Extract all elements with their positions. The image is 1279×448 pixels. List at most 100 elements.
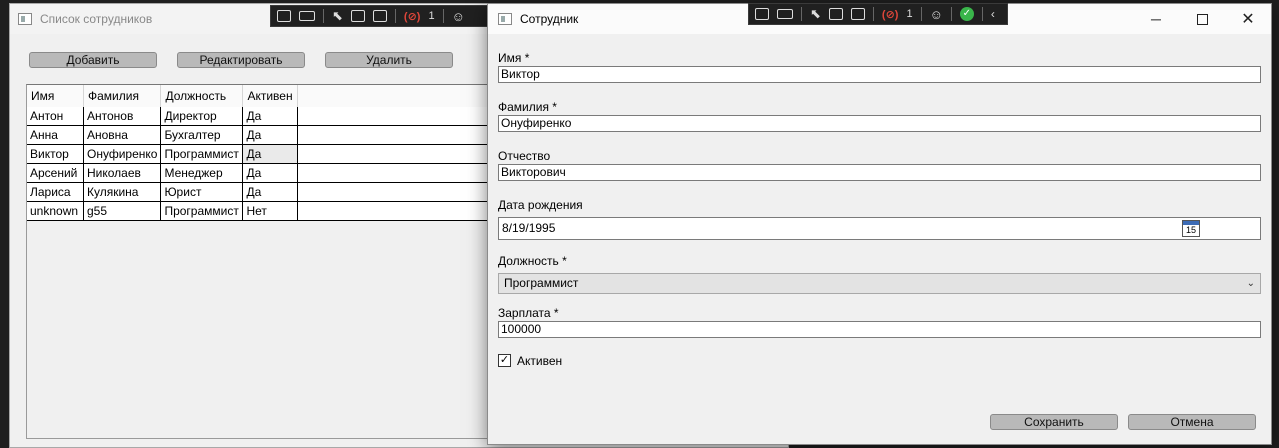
table-row[interactable]: unknown g55 Программист Нет (27, 201, 495, 221)
app-icon (498, 13, 512, 25)
layout-adorner-icon[interactable] (350, 10, 365, 22)
column-header-first-name[interactable]: Имя (27, 85, 84, 107)
binding-failures-icon[interactable]: (⊘) (404, 10, 421, 23)
column-header-last-name[interactable]: Фамилия (83, 85, 162, 107)
employee-dialog: Сотрудник ─ ✕ Имя * Виктор Фамилия * Ону… (487, 3, 1272, 445)
close-icon: ✕ (1241, 11, 1255, 28)
cell-active[interactable]: Нет (242, 201, 299, 221)
cell-first-name[interactable]: Лариса (27, 182, 84, 202)
video-icon[interactable] (299, 11, 315, 21)
cell-active[interactable]: Да (242, 144, 299, 164)
birth-date-value[interactable]: 8/19/1995 (502, 221, 555, 235)
cell-position[interactable]: Бухгалтер (160, 125, 244, 145)
table-row-selected[interactable]: Виктор Онуфиренко Программист Да (27, 144, 495, 164)
toolbar-separator (323, 9, 324, 23)
cell-filler (297, 125, 495, 145)
cell-active[interactable]: Да (242, 182, 299, 202)
cell-first-name[interactable]: unknown (27, 201, 84, 221)
cell-first-name[interactable]: Арсений (27, 163, 84, 183)
cell-position[interactable]: Юрист (160, 182, 244, 202)
position-select[interactable]: Программист ⌄ (498, 273, 1261, 294)
cancel-button[interactable]: Отмена (1128, 414, 1256, 430)
minimize-button[interactable]: ─ (1133, 4, 1179, 34)
collapse-toolbar-icon[interactable]: ‹ (991, 7, 995, 21)
dialog-title: Сотрудник (520, 12, 579, 26)
column-header-filler (297, 85, 495, 107)
cell-filler (297, 182, 495, 202)
select-element-icon[interactable] (277, 10, 291, 22)
binding-failures-icon[interactable]: (⊘) (882, 8, 899, 21)
toolbar-separator (920, 7, 922, 21)
column-header-position[interactable]: Должность (160, 85, 244, 107)
cursor-select-icon[interactable]: ⬉ (810, 6, 821, 22)
cell-last-name[interactable]: g55 (83, 201, 162, 221)
toolbar-separator (981, 7, 983, 21)
cell-last-name[interactable]: Онуфиренко (83, 144, 162, 164)
first-name-label: Имя * (498, 51, 530, 65)
patronymic-field[interactable]: Викторович (498, 164, 1261, 181)
maximize-button[interactable] (1179, 4, 1225, 34)
track-focus-icon[interactable] (372, 10, 387, 22)
cell-first-name[interactable]: Антон (27, 107, 84, 126)
binding-failures-count: 1 (906, 8, 913, 20)
xaml-devtools-toolbar-dialog: ⬉ (⊘) 1 ☺ ✓ ‹ (748, 3, 1008, 25)
cell-first-name[interactable]: Виктор (27, 144, 84, 164)
patronymic-label: Отчество (498, 149, 551, 163)
salary-label: Зарплата * (498, 306, 559, 320)
add-button[interactable]: Добавить (29, 52, 157, 68)
accessibility-icon[interactable]: ☺ (452, 9, 465, 24)
cell-filler (297, 201, 495, 221)
save-button[interactable]: Сохранить (990, 414, 1118, 430)
salary-field[interactable]: 100000 (498, 321, 1261, 338)
column-header-active[interactable]: Активен (242, 85, 299, 107)
cell-last-name[interactable]: Ановна (83, 125, 162, 145)
position-value: Программист (504, 276, 579, 290)
table-row[interactable]: Антон Антонов Директор Да (27, 107, 495, 126)
cell-position[interactable]: Директор (160, 107, 244, 126)
check-circle-icon[interactable]: ✓ (959, 7, 974, 21)
layout-adorner-icon[interactable] (828, 8, 843, 20)
select-element-icon[interactable] (755, 8, 769, 20)
position-label: Должность * (498, 254, 567, 268)
cell-first-name[interactable]: Анна (27, 125, 84, 145)
edit-button[interactable]: Редактировать (177, 52, 305, 68)
cell-position[interactable]: Программист (160, 144, 244, 164)
employee-grid[interactable]: Имя Фамилия Должность Активен Антон Анто… (26, 84, 506, 439)
active-checkbox[interactable]: ✓ (498, 354, 511, 367)
table-row[interactable]: Лариса Кулякина Юрист Да (27, 182, 495, 202)
last-name-field[interactable]: Онуфиренко (498, 115, 1261, 132)
accessibility-icon[interactable]: ☺ (930, 7, 943, 22)
close-button[interactable]: ✕ (1225, 4, 1271, 34)
table-row[interactable]: Арсений Николаев Менеджер Да (27, 163, 495, 183)
calendar-icon[interactable]: 15 (1182, 220, 1200, 237)
cell-last-name[interactable]: Кулякина (83, 182, 162, 202)
cursor-select-icon[interactable]: ⬉ (332, 8, 343, 24)
table-row[interactable]: Анна Ановна Бухгалтер Да (27, 125, 495, 145)
maximize-icon (1196, 13, 1208, 25)
birth-date-picker[interactable]: 8/19/1995 15 (498, 217, 1261, 240)
grid-header-row: Имя Фамилия Должность Активен (27, 85, 495, 107)
chevron-down-icon: ⌄ (1246, 278, 1255, 289)
toolbar-separator (442, 9, 444, 23)
toolbar-separator (394, 9, 396, 23)
video-icon[interactable] (777, 9, 793, 19)
toolbar-separator (872, 7, 874, 21)
cell-last-name[interactable]: Антонов (83, 107, 162, 126)
cell-active[interactable]: Да (242, 163, 299, 183)
first-name-field[interactable]: Виктор (498, 66, 1261, 83)
cell-last-name[interactable]: Николаев (83, 163, 162, 183)
toolbar-separator (801, 7, 802, 21)
xaml-devtools-toolbar-bg: ⬉ (⊘) 1 ☺ (270, 5, 490, 27)
track-focus-icon[interactable] (850, 8, 865, 20)
cell-active[interactable]: Да (242, 125, 299, 145)
cell-filler (297, 107, 495, 126)
delete-button[interactable]: Удалить (325, 52, 453, 68)
binding-failures-count: 1 (428, 10, 435, 22)
active-label: Активен (517, 354, 563, 368)
minimize-icon: ─ (1151, 11, 1161, 27)
employee-list-title: Список сотрудников (40, 12, 153, 26)
cell-filler (297, 144, 495, 164)
cell-active[interactable]: Да (242, 107, 299, 126)
cell-position[interactable]: Менеджер (160, 163, 244, 183)
cell-position[interactable]: Программист (160, 201, 244, 221)
